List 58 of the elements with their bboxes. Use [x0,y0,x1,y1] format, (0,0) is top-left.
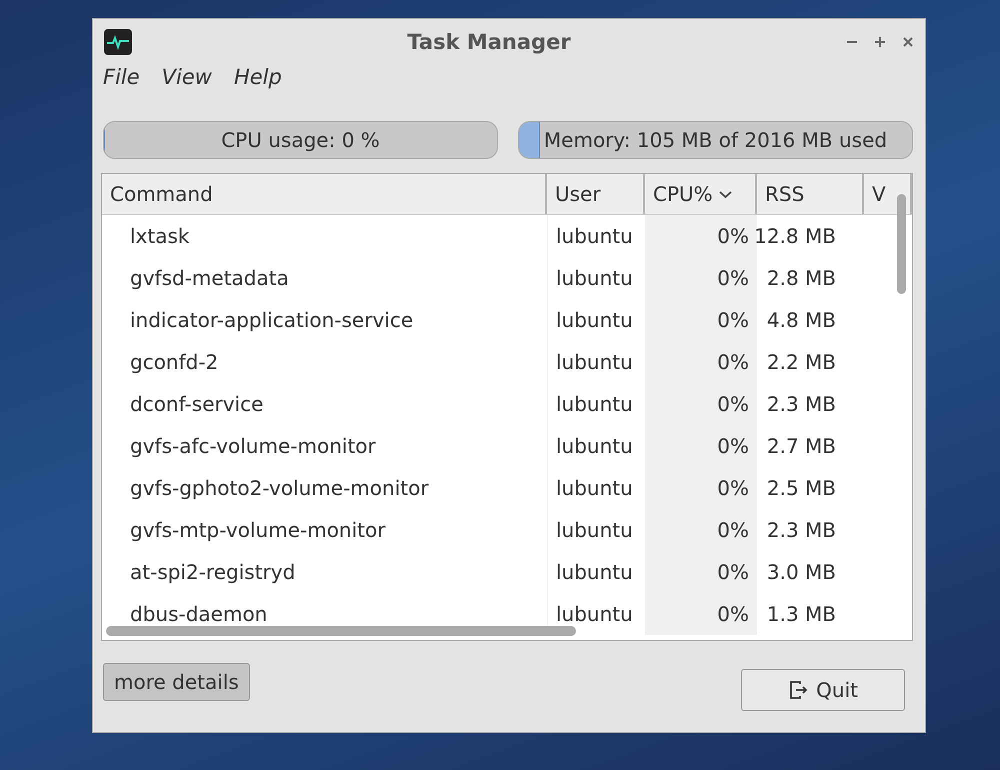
command-cell: at-spi2-registryd [130,560,296,584]
column-header[interactable]: RSS [757,174,864,214]
cpu-cell: 0% [717,350,749,374]
memory-cell: 2.5 MB [766,476,836,500]
user-cell: lubuntu [556,434,633,458]
cpu-cell: 0% [717,560,749,584]
user-cell: lubuntu [556,308,633,332]
user-cell: lubuntu [556,602,633,626]
maximize-icon[interactable] [873,35,887,49]
command-cell: gvfs-gphoto2-volume-monitor [130,476,429,500]
cpu-cell: 0% [717,434,749,458]
command-cell: dconf-service [130,392,264,416]
user-cell: lubuntu [556,476,633,500]
menu-item[interactable]: File [103,65,140,89]
more-details-button[interactable]: more details [103,663,250,701]
column-header[interactable]: User [547,174,645,214]
user-cell: lubuntu [556,350,633,374]
sort-caret-icon [718,190,732,198]
exit-icon [788,680,808,700]
command-cell: gvfs-mtp-volume-monitor [130,518,386,542]
cpu-cell: 0% [717,476,749,500]
memory-cell: 12.8 MB [754,224,836,248]
command-cell: gvfsd-metadata [130,266,289,290]
quit-button[interactable]: Quit [741,669,905,711]
meter-label: Memory: 105 MB of 2016 MB used [544,128,888,152]
command-cell: gvfs-afc-volume-monitor [130,434,376,458]
cpu-cell: 0% [717,392,749,416]
window-title: Task Manager [406,30,572,54]
cpu-cell: 0% [717,308,749,332]
horizontal-scrollbar[interactable] [106,626,576,636]
menu-item[interactable]: View [162,65,212,89]
meter-label: CPU usage: 0 % [221,128,380,152]
memory-cell: 2.2 MB [766,350,836,374]
user-cell: lubuntu [556,224,633,248]
cpu-cell: 0% [717,518,749,542]
column-header[interactable]: Command [102,174,547,214]
vertical-scrollbar[interactable] [897,194,906,294]
command-cell: lxtask [130,224,190,248]
memory-cell: 2.3 MB [766,392,836,416]
user-cell: lubuntu [556,392,633,416]
memory-cell: 4.8 MB [766,308,836,332]
menu-item[interactable]: Help [234,65,282,89]
close-icon[interactable] [901,35,915,49]
memory-cell: 2.7 MB [766,434,836,458]
user-cell: lubuntu [556,560,633,584]
command-cell: indicator-application-service [130,308,414,332]
user-cell: lubuntu [556,518,633,542]
command-cell: dbus-daemon [130,602,268,626]
cpu-cell: 0% [717,602,749,626]
cpu-cell: 0% [717,266,749,290]
user-cell: lubuntu [556,266,633,290]
memory-cell: 2.8 MB [766,266,836,290]
memory-cell: 1.3 MB [766,602,836,626]
memory-cell: 3.0 MB [766,560,836,584]
cpu-cell: 0% [717,224,749,248]
command-cell: gconfd-2 [130,350,218,374]
memory-cell: 2.3 MB [766,518,836,542]
app-monitor-icon [103,28,133,56]
